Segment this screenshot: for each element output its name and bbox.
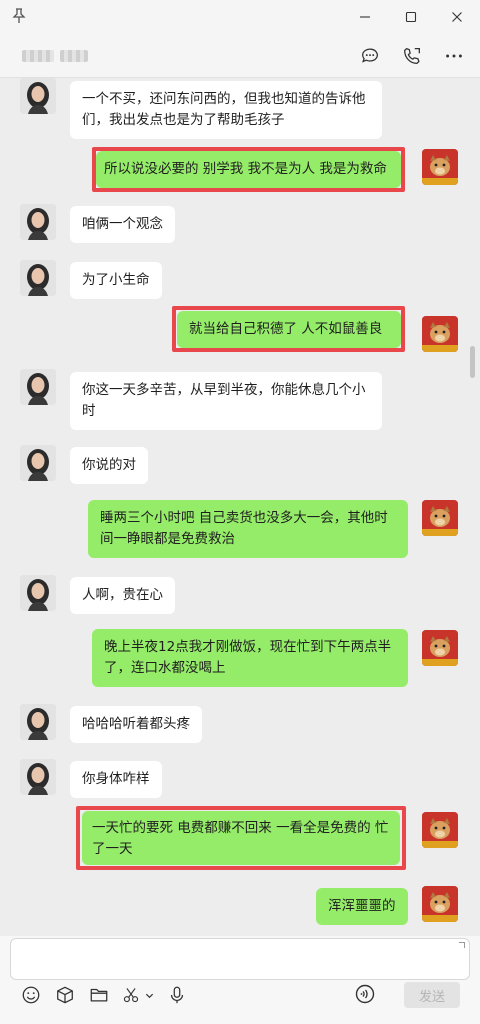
message-bubble-outgoing: 睡两三个小时吧 自己卖货也没多大一会，其他时间一睁眼都是免费救治: [88, 500, 408, 558]
message-bubble-incoming: 哈哈哈听着都头疼: [70, 706, 202, 743]
more-icon[interactable]: [442, 44, 466, 68]
my-avatar[interactable]: [422, 500, 458, 536]
resize-handle-icon[interactable]: [459, 942, 465, 948]
chevron-down-icon[interactable]: [144, 984, 154, 1006]
message-input[interactable]: [10, 938, 470, 980]
message-bubble-outgoing: 就当给自己积德了 人不如鼠善良: [177, 311, 401, 348]
contact-name-blurred: [22, 50, 88, 62]
my-avatar[interactable]: [422, 149, 458, 185]
pin-icon[interactable]: [10, 7, 28, 25]
message-bubble-incoming: 你说的对: [70, 447, 148, 484]
message-bubble-incoming: 咱俩一个观念: [70, 206, 175, 243]
message-list[interactable]: 一个不买，还问东问西的，但我也知道的告诉他们，我出发点也是为了帮助毛孩子 所以说…: [0, 78, 480, 936]
microphone-icon[interactable]: [166, 984, 188, 1006]
composer: 发送: [0, 936, 480, 1024]
message-bubble-incoming: 为了小生命: [70, 262, 162, 299]
message-bubble-incoming: 人啊，贵在心: [70, 577, 175, 614]
close-icon[interactable]: [434, 0, 480, 34]
my-avatar[interactable]: [422, 886, 458, 922]
my-avatar[interactable]: [422, 812, 458, 848]
contact-avatar[interactable]: [20, 260, 56, 296]
voice-input-icon[interactable]: [354, 983, 376, 1005]
contact-avatar[interactable]: [20, 575, 56, 611]
message-bubble-incoming: 你这一天多辛苦，从早到半夜，你能休息几个小时: [70, 372, 382, 430]
chat-bubble-icon[interactable]: [358, 44, 382, 68]
maximize-icon[interactable]: [388, 0, 434, 34]
message-bubble-outgoing: 晚上半夜12点我才刚做饭，现在忙到下午两点半了，连口水都没喝上: [92, 629, 408, 687]
my-avatar[interactable]: [422, 630, 458, 666]
box-icon[interactable]: [54, 984, 76, 1006]
my-avatar[interactable]: [422, 316, 458, 352]
minimize-icon[interactable]: [342, 0, 388, 34]
phone-video-icon[interactable]: [400, 44, 424, 68]
message-bubble-incoming: 一个不买，还问东问西的，但我也知道的告诉他们，我出发点也是为了帮助毛孩子: [70, 81, 382, 139]
folder-icon[interactable]: [88, 984, 110, 1006]
title-bar: [0, 0, 480, 34]
contact-avatar[interactable]: [20, 704, 56, 740]
emoji-icon[interactable]: [20, 984, 42, 1006]
message-bubble-outgoing: 所以说没必要的 别学我 我不是为人 我是为救命: [96, 151, 401, 188]
message-bubble-outgoing: 浑浑噩噩的: [316, 888, 408, 925]
message-bubble-incoming: 你身体咋样: [70, 761, 162, 798]
contact-avatar[interactable]: [20, 369, 56, 405]
contact-avatar[interactable]: [20, 445, 56, 481]
message-bubble-outgoing: 一天忙的要死 电费都赚不回来 一看全是免费的 忙了一天: [82, 811, 400, 865]
scissors-icon[interactable]: [122, 984, 140, 1006]
contact-avatar[interactable]: [20, 204, 56, 240]
contact-avatar[interactable]: [20, 759, 56, 795]
send-button[interactable]: 发送: [404, 982, 460, 1008]
contact-avatar[interactable]: [20, 78, 56, 114]
chat-header: [0, 34, 480, 78]
scrollbar-thumb[interactable]: [470, 346, 475, 378]
